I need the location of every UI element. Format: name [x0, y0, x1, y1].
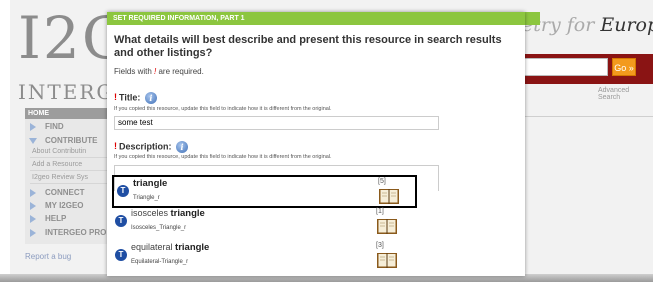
- expand-arrow-icon: [30, 229, 36, 237]
- suggestion-identifier: Triangle_r: [133, 195, 160, 201]
- suggestion-prefix: equilateral: [131, 242, 176, 252]
- collapse-arrow-icon: [29, 138, 37, 144]
- required-info-dialog: SET REQUIRED INFORMATION, PART 1 What de…: [107, 12, 525, 276]
- info-icon[interactable]: i: [144, 92, 157, 104]
- title-input[interactable]: some test: [114, 116, 439, 130]
- topic-badge-icon: T: [117, 185, 129, 197]
- title-help-text: If you copied this resource, update this…: [114, 106, 332, 112]
- expand-arrow-icon: [30, 123, 36, 131]
- tagline-main: Europe: [600, 14, 653, 36]
- suggestion-count: [1]: [376, 208, 384, 215]
- dialog-question: What details will best describe and pres…: [114, 34, 502, 59]
- book-icon[interactable]: [378, 188, 400, 205]
- suggestion-prefix: isosceles: [131, 208, 171, 218]
- sidebar-subitem-review[interactable]: I2geo Review Sys: [30, 173, 115, 184]
- suggestion-count: [5]: [378, 178, 386, 185]
- note-text: Fields with: [114, 67, 155, 76]
- report-bug-link[interactable]: Report a bug: [25, 252, 71, 261]
- sidebar-item-home[interactable]: HOME: [25, 108, 115, 119]
- suggestion-term: triangle: [133, 178, 168, 189]
- description-label-text: Description:: [119, 141, 172, 152]
- suggestion-item[interactable]: Ttriangle Triangle_r [5]: [112, 175, 417, 208]
- description-help-text: If you copied this resource, update this…: [114, 154, 332, 160]
- sidebar-item-find[interactable]: FIND: [25, 121, 115, 132]
- book-icon[interactable]: [376, 252, 398, 269]
- suggestion-item[interactable]: Tequilateral triangle Equilateral-Triangl…: [112, 241, 417, 274]
- required-mark: !: [114, 92, 117, 103]
- topic-badge-icon: T: [115, 215, 127, 227]
- sidebar-item-label: MY I2GEO: [45, 201, 84, 210]
- advanced-search-link[interactable]: Advanced Search: [598, 87, 653, 101]
- sidebar-item-label: CONTRIBUTE: [45, 136, 98, 145]
- suggestion-name: equilateral triangle: [131, 242, 209, 253]
- sidebar-item-my-i2geo[interactable]: MY I2GEO: [25, 200, 115, 211]
- title-label-text: Title:: [119, 92, 141, 103]
- sidebar-item-label: CONNECT: [45, 188, 85, 197]
- sidebar-item-contribute[interactable]: CONTRIBUTE: [25, 135, 115, 146]
- dialog-header: SET REQUIRED INFORMATION, PART 1: [107, 12, 525, 25]
- dialog-header-extension: [525, 12, 540, 25]
- suggestion-identifier: Equilateral-Triangle_r: [131, 259, 189, 265]
- search-input[interactable]: [520, 58, 608, 76]
- site-tagline: etry for Europe: [522, 14, 653, 36]
- sidebar-item-label: HELP: [45, 214, 67, 223]
- info-icon[interactable]: i: [176, 141, 189, 153]
- note-text: are required.: [156, 67, 204, 76]
- search-go-button[interactable]: Go »: [612, 58, 636, 76]
- title-label: ! Title: i: [114, 92, 157, 104]
- sidebar-item-label: FIND: [45, 122, 64, 131]
- suggestion-item[interactable]: Tisosceles triangle Isosceles_Triangle_r […: [112, 207, 417, 240]
- suggestion-name: triangle: [133, 178, 167, 189]
- suggestion-term: triangle: [170, 208, 205, 219]
- suggestion-term: triangle: [175, 242, 210, 253]
- sidebar-item-help[interactable]: HELP: [25, 213, 115, 224]
- suggestion-count: [3]: [376, 242, 384, 249]
- suggestion-name: isosceles triangle: [131, 208, 205, 219]
- sidebar-subitem-add-resource[interactable]: Add a Resource: [30, 160, 115, 171]
- divider: [520, 116, 653, 117]
- topic-badge-icon: T: [115, 249, 127, 261]
- sidebar-subitem-about[interactable]: About Contributin: [30, 147, 115, 158]
- sidebar-item-label: INTERGEO PRO: [45, 228, 107, 237]
- required-mark: !: [114, 141, 117, 152]
- suggestion-identifier: Isosceles_Triangle_r: [131, 225, 187, 231]
- required-fields-note: Fields with ! are required.: [114, 67, 204, 76]
- expand-arrow-icon: [30, 189, 36, 197]
- expand-arrow-icon: [30, 215, 36, 223]
- sidebar-item-intergeo-pro[interactable]: INTERGEO PRO: [25, 227, 115, 238]
- description-label: ! Description: i: [114, 141, 189, 153]
- sidebar-item-connect[interactable]: CONNECT: [25, 187, 115, 198]
- book-icon[interactable]: [376, 218, 398, 235]
- expand-arrow-icon: [30, 202, 36, 210]
